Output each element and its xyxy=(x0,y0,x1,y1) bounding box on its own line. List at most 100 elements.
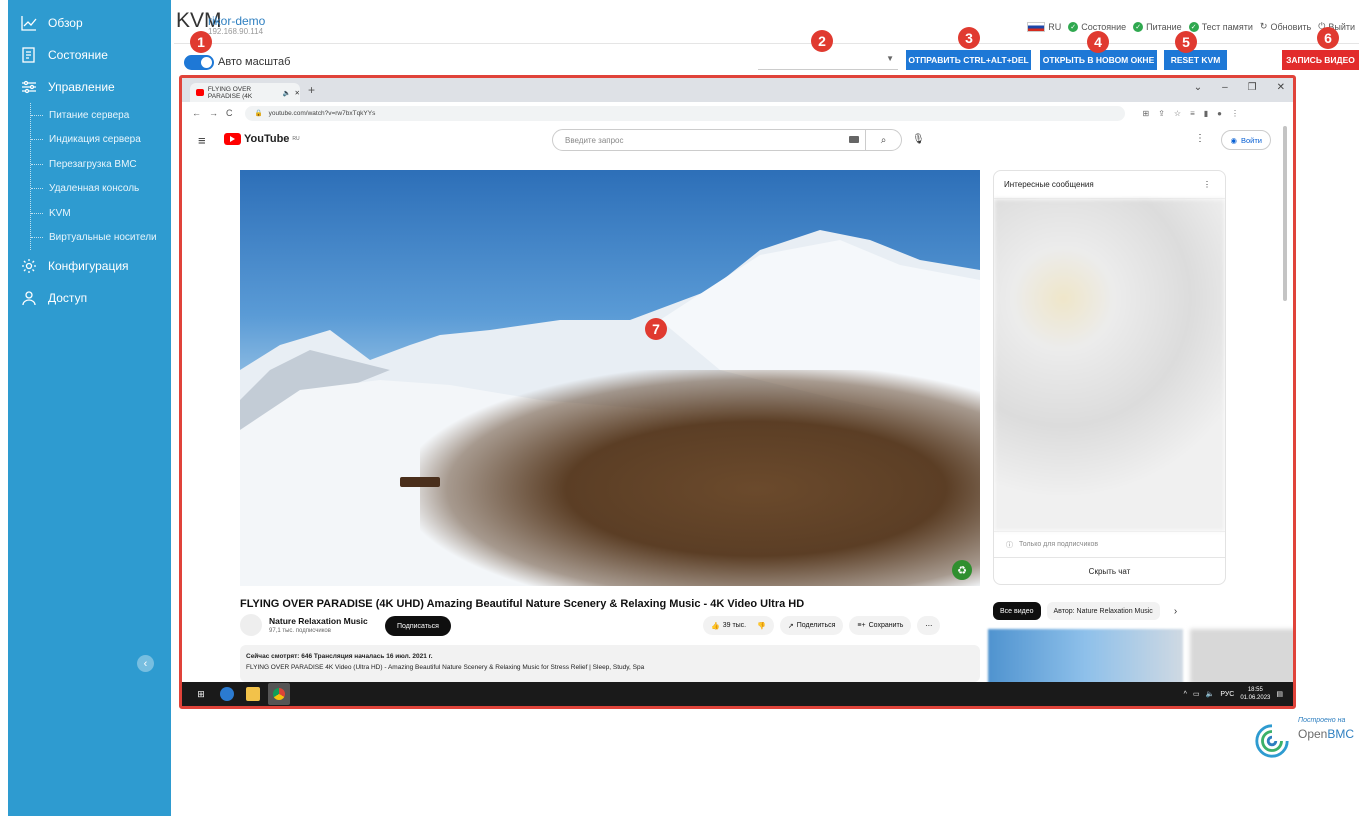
sub-remote-console[interactable]: Удаленная консоль xyxy=(31,177,171,202)
chat-title[interactable]: Интересные сообщения xyxy=(1004,180,1094,189)
sub-bmc-reboot[interactable]: Перезагрузка BMC xyxy=(31,152,171,177)
sub-server-led[interactable]: Индикация сервера xyxy=(31,128,171,153)
status-memory-test[interactable]: Тест памяти xyxy=(1202,22,1253,32)
minimize-icon[interactable]: – xyxy=(1222,82,1228,93)
auto-scale-toggle[interactable] xyxy=(184,55,214,70)
reset-kvm-button[interactable]: RESET KVM xyxy=(1164,50,1227,70)
caret-down-icon: ▼ xyxy=(886,54,894,63)
status-bar: RU ✓ Состояние ✓ Питание ✓ Тест памяти ↻… xyxy=(1027,21,1355,32)
keyboard-icon[interactable] xyxy=(849,136,859,143)
youtube-logo[interactable]: YouTube RU xyxy=(224,133,300,145)
related-video-info[interactable] xyxy=(1190,629,1293,684)
windows-start-icon[interactable]: ⊞ xyxy=(194,687,208,701)
share-icon[interactable]: ⇪ xyxy=(1158,109,1165,118)
window-controls: ⌄ – ❐ ✕ xyxy=(1194,82,1285,93)
refresh-button[interactable]: Обновить xyxy=(1270,22,1311,32)
chrome-icon[interactable] xyxy=(268,683,290,705)
chevron-right-icon[interactable]: › xyxy=(1174,606,1177,617)
forward-icon[interactable]: → xyxy=(209,108,218,118)
url-field[interactable]: 🔒 youtube.com/watch?v=rw7bxTqkYYs xyxy=(244,105,1125,121)
more-actions-icon[interactable]: ⋯ xyxy=(917,616,941,635)
annotation-badge-4: 4 xyxy=(1087,31,1109,53)
search-placeholder: Введите запрос xyxy=(565,135,624,145)
reload-icon[interactable]: C xyxy=(226,108,233,118)
system-tray: ^ ▭ 🔈 РУС 18:55 01.06.2023 ▤ xyxy=(1184,682,1283,706)
annotation-badge-5: 5 xyxy=(1175,31,1197,53)
nav-configuration[interactable]: Конфигурация xyxy=(8,250,171,282)
nav-status[interactable]: Состояние xyxy=(8,39,171,71)
network-icon[interactable]: ▭ xyxy=(1193,690,1200,698)
playlist-icon[interactable]: ≡ xyxy=(1190,109,1195,118)
open-new-window-button[interactable]: ОТКРЫТЬ В НОВОМ ОКНЕ xyxy=(1040,50,1157,70)
cabin xyxy=(400,477,440,487)
back-icon[interactable]: ← xyxy=(192,108,201,118)
new-tab-icon[interactable]: + xyxy=(308,83,315,97)
channel-avatar[interactable] xyxy=(240,614,262,636)
live-chat: Интересные сообщения ⋮ ⓘ Только для подп… xyxy=(993,170,1226,585)
keyboard-layout-select[interactable]: ▼ xyxy=(758,50,898,70)
like-button[interactable]: 👍 39 тыс. 👎 xyxy=(703,616,774,635)
status-health[interactable]: Состояние xyxy=(1081,22,1126,32)
chat-menu-icon[interactable]: ⋮ xyxy=(1203,180,1211,189)
record-video-button[interactable]: ЗАПИСЬ ВИДЕО xyxy=(1282,50,1359,70)
related-video-thumbnail[interactable] xyxy=(988,629,1183,684)
save-button[interactable]: ≡+ Сохранить xyxy=(849,616,912,635)
language-selector[interactable]: RU xyxy=(1048,22,1061,32)
hide-chat-button[interactable]: Скрыть чат xyxy=(994,557,1225,584)
sidepanel-icon[interactable]: ▮ xyxy=(1204,109,1208,118)
annotation-badge-1: 1 xyxy=(190,31,212,53)
edge-icon[interactable] xyxy=(220,687,234,701)
chart-line-icon xyxy=(20,14,38,32)
restore-icon[interactable]: ❐ xyxy=(1248,82,1257,93)
recycle-icon: ♻ xyxy=(952,560,972,580)
youtube-play-icon xyxy=(224,133,241,145)
notifications-icon[interactable]: ▤ xyxy=(1276,690,1283,698)
openbmc-open: Open xyxy=(1298,727,1328,741)
close-window-icon[interactable]: ✕ xyxy=(1277,82,1285,93)
refresh-icon[interactable]: ↻ xyxy=(1260,21,1268,32)
profile-icon[interactable]: ● xyxy=(1217,109,1222,118)
close-tab-icon[interactable]: ✕ xyxy=(295,89,300,97)
kvm-console[interactable]: FLYING OVER PARADISE (4K 🔈 ✕ + ⌄ – ❐ ✕ ←… xyxy=(179,75,1296,709)
microphone-icon[interactable]: 🎙 xyxy=(912,134,925,145)
youtube-search-input[interactable]: Введите запрос ⌕ xyxy=(552,129,902,151)
nav-overview[interactable]: Обзор xyxy=(8,7,171,39)
nav-access[interactable]: Доступ xyxy=(8,282,171,314)
hamburger-icon[interactable]: ≡ xyxy=(198,133,206,148)
sub-virtual-media[interactable]: Виртуальные носители xyxy=(31,226,171,251)
chevron-left-icon[interactable]: ‹ xyxy=(137,655,154,672)
browser-address-bar: ← → C 🔒 youtube.com/watch?v=rw7bxTqkYYs … xyxy=(182,102,1293,124)
youtube-login-button[interactable]: ◉ Войти xyxy=(1221,130,1271,150)
nav-control[interactable]: Управление xyxy=(8,71,171,103)
related-tab-author[interactable]: Автор: Nature Relaxation Music xyxy=(1046,602,1160,620)
folder-icon[interactable] xyxy=(246,687,260,701)
related-tab-all[interactable]: Все видео xyxy=(993,602,1041,620)
url-text: youtube.com/watch?v=rw7bxTqkYYs xyxy=(268,109,376,117)
nav-configuration-label: Конфигурация xyxy=(48,259,129,273)
subscribe-button[interactable]: Подписаться xyxy=(385,616,451,636)
settings-dots-icon[interactable]: ⋮ xyxy=(1195,133,1205,144)
login-label: Войти xyxy=(1241,135,1262,145)
channel-name[interactable]: Nature Relaxation Music xyxy=(269,616,368,626)
browser-tab[interactable]: FLYING OVER PARADISE (4K 🔈 ✕ xyxy=(190,83,300,102)
send-ctrl-alt-del-button[interactable]: ОТПРАВИТЬ CTRL+ALT+DEL xyxy=(906,50,1031,70)
video-description[interactable]: Сейчас смотрят: 646 Трансляция началась … xyxy=(240,645,980,682)
sub-server-power[interactable]: Питание сервера xyxy=(31,103,171,128)
sub-kvm[interactable]: KVM xyxy=(31,201,171,226)
install-icon[interactable]: ⊞ xyxy=(1143,109,1150,118)
tab-list-icon[interactable]: ⌄ xyxy=(1194,82,1202,93)
youtube-favicon-icon xyxy=(196,89,204,96)
video-player[interactable]: ♻ xyxy=(240,170,980,586)
thumbs-down-icon[interactable]: 👎 xyxy=(757,622,766,630)
menu-dots-icon[interactable]: ⋮ xyxy=(1231,109,1239,118)
star-icon[interactable]: ☆ xyxy=(1174,109,1181,118)
clock[interactable]: 18:55 01.06.2023 xyxy=(1240,686,1270,702)
status-power[interactable]: Питание xyxy=(1146,22,1182,32)
input-language[interactable]: РУС xyxy=(1220,691,1234,698)
tray-expand-icon[interactable]: ^ xyxy=(1184,691,1187,698)
host-name: rikor-demo xyxy=(208,14,266,28)
search-icon[interactable]: ⌕ xyxy=(865,130,901,150)
volume-icon[interactable]: 🔈 xyxy=(1206,690,1215,698)
page-scrollbar[interactable] xyxy=(1283,126,1287,301)
share-button[interactable]: ↗ Поделиться xyxy=(779,616,844,635)
